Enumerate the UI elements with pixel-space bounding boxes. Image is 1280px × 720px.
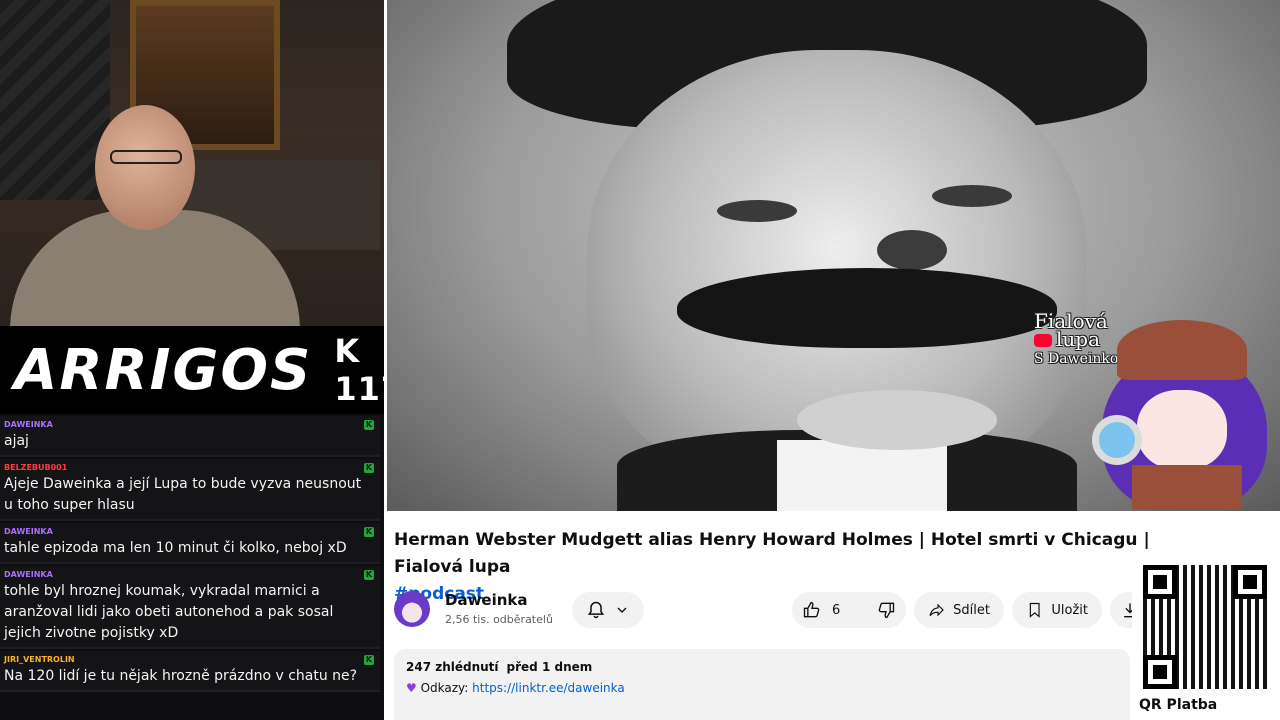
view-count: 247 zhlédnutí <box>406 660 499 674</box>
description-box[interactable]: 247 zhlédnutí před 1 dnem ♥ Odkazy: https… <box>394 649 1130 720</box>
linktree-link[interactable]: https://linktr.ee/daweinka <box>472 681 625 695</box>
notification-bell-button[interactable] <box>572 592 644 628</box>
chat-username[interactable]: JIRI_VENTROLIN <box>4 654 376 666</box>
kick-badge-icon: K <box>364 527 374 537</box>
thumbs-down-icon <box>878 602 895 619</box>
qr-payment: QR Platba <box>1132 560 1280 720</box>
chat-username[interactable]: BELZEBUB001 <box>4 462 376 474</box>
share-arrow-icon <box>929 603 944 617</box>
like-count: 6 <box>832 602 841 618</box>
chat-panel: DAWEINKA ajaj K BELZEBUB001 Ajeje Dawein… <box>0 414 384 720</box>
like-button[interactable]: 6 <box>792 592 850 628</box>
chevron-down-icon <box>617 607 627 613</box>
chat-text: tahle epizoda ma len 10 minut či kolko, … <box>4 540 347 556</box>
stream-layout: ARRIGOS K 117 DAWEINKA ajaj K BELZEBUB00… <box>0 0 1280 720</box>
dislike-button[interactable] <box>866 592 906 628</box>
chat-message: DAWEINKA tohle byl hroznej koumak, vykra… <box>0 566 380 649</box>
save-button[interactable]: Uložit <box>1012 592 1102 628</box>
chat-message: DAWEINKA ajaj K <box>0 416 380 457</box>
subscriber-count: 2,56 tis. odběratelů <box>445 613 553 626</box>
youtube-logo-icon <box>1034 334 1052 347</box>
kick-badge-icon: K <box>364 655 374 665</box>
purple-heart-icon: ♥ <box>406 681 417 695</box>
arrigos-logo: ARRIGOS <box>14 337 313 403</box>
share-button[interactable]: Sdílet <box>914 592 1004 628</box>
chat-text: tohle byl hroznej koumak, vykradal marni… <box>4 583 334 641</box>
channel-name[interactable]: Daweinka <box>445 591 528 609</box>
webcam-feed <box>0 0 384 326</box>
chat-text: Na 120 lidí je tu nějak hrozně prázdno v… <box>4 668 358 684</box>
like-dislike-group: 6 <box>792 592 906 628</box>
links-label: Odkazy: <box>420 681 469 695</box>
channel-brand: ARRIGOS K 117 <box>0 326 403 414</box>
chat-username[interactable]: DAWEINKA <box>4 526 376 538</box>
bookmark-icon <box>1029 602 1040 618</box>
links-line: ♥ Odkazy: https://linktr.ee/daweinka <box>406 678 1118 699</box>
kick-badge-icon: K <box>364 420 374 430</box>
view-meta: 247 zhlédnutí před 1 dnem <box>406 657 1118 678</box>
left-column: ARRIGOS K 117 DAWEINKA ajaj K BELZEBUB00… <box>0 0 403 720</box>
detective-mascot <box>1092 320 1272 510</box>
chat-message: JIRI_VENTROLIN Na 120 lidí je tu nějak h… <box>0 651 380 692</box>
thumbs-up-icon <box>803 601 820 618</box>
kick-badge-icon: K <box>364 570 374 580</box>
video-player[interactable]: Fialová lupa S Daweinkou <box>384 0 1280 511</box>
chat-username[interactable]: DAWEINKA <box>4 419 376 431</box>
kick-badge-icon: K <box>364 463 374 473</box>
magnifier-icon <box>1092 415 1142 465</box>
bell-icon <box>587 601 605 619</box>
qr-label: QR Platba <box>1139 697 1218 713</box>
chat-message: DAWEINKA tahle epizoda ma len 10 minut č… <box>0 523 380 564</box>
chat-text: Ajeje Daweinka a její Lupa to bude vyzva… <box>4 476 362 513</box>
chat-message: BELZEBUB001 Ajeje Daweinka a její Lupa t… <box>0 459 380 521</box>
upload-date: před 1 dnem <box>506 660 593 674</box>
chat-username[interactable]: DAWEINKA <box>4 569 376 581</box>
chat-text: ajaj <box>4 433 29 449</box>
channel-avatar[interactable] <box>394 591 430 627</box>
